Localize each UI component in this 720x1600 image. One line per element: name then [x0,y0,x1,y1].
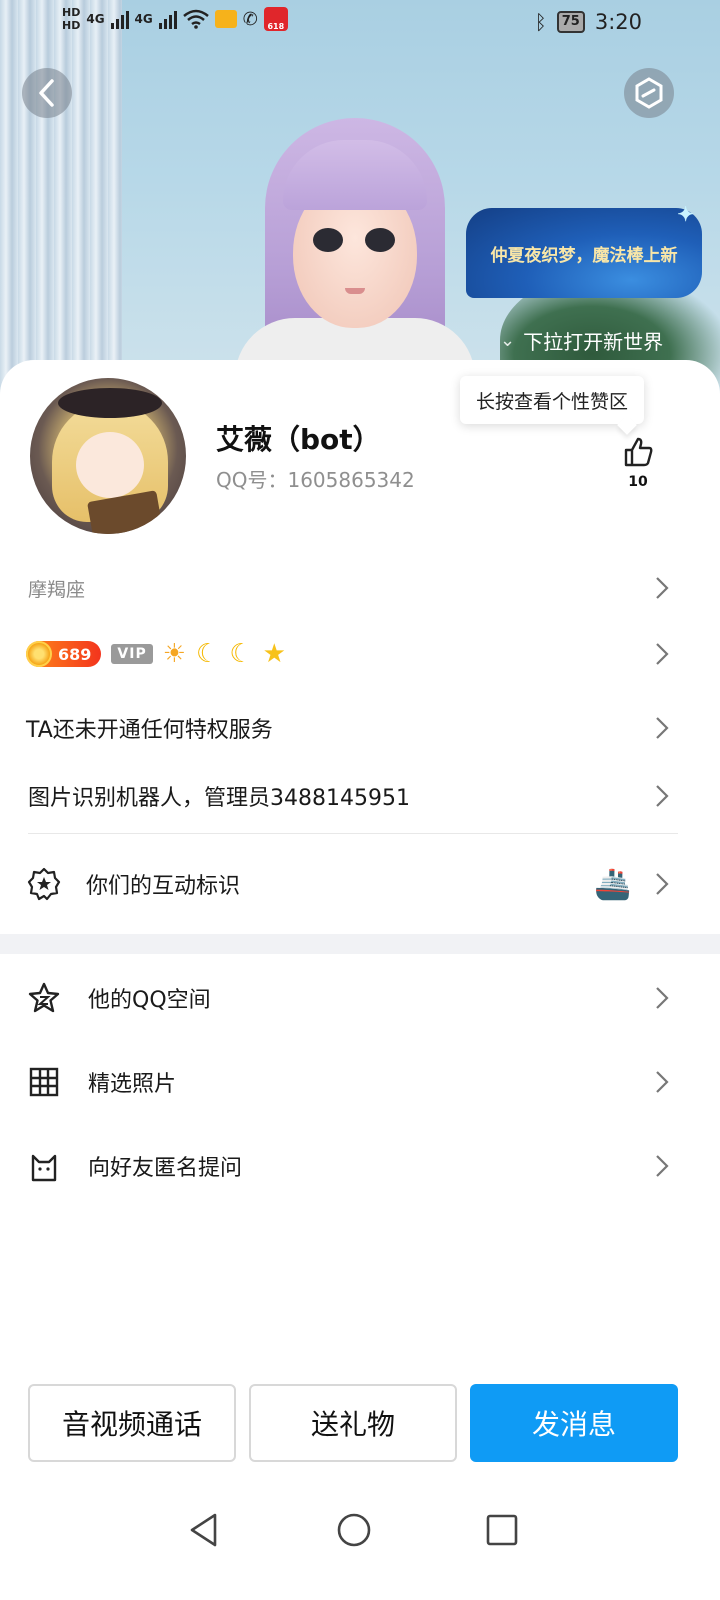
coin-badge: 689 [26,641,102,667]
interaction-mark-row[interactable]: 你们的互动标识 🚢 [0,858,720,910]
chevron-right-icon [654,984,670,1012]
hd-indicator: HD HD [62,6,81,32]
hexagon-settings-icon [635,77,663,109]
chevron-right-icon [654,1152,670,1180]
pull-down-hint-text: 下拉打开新世界 [523,330,664,354]
profile-avatar[interactable] [28,376,188,536]
signature-row[interactable]: 图片识别机器人，管理员3488145951 [0,774,720,818]
cat-icon [26,1148,62,1184]
signal-icon-2 [158,9,177,29]
nickname: 艾薇（bot） [216,423,381,456]
signal-icon [110,9,129,29]
promo-banner-text: 仲夏夜织梦，魔法棒上新 [490,245,678,266]
moon-icon: ☾ [229,639,253,669]
like-tooltip-text: 长按查看个性赞区 [476,390,629,413]
like-tooltip: 长按查看个性赞区 [460,376,645,424]
anonymous-question-label: 向好友匿名提问 [88,1156,243,1181]
chevron-right-icon [654,714,670,742]
badge-star-icon [26,866,62,902]
vip-badge: VIP [111,644,153,664]
double-chevron-down-icon: ⌄ [500,330,516,351]
missed-call-icon: ✆ [242,8,258,30]
qzone-star-icon [26,980,62,1016]
network-type-2: 4G [134,12,153,26]
qzone-label: 他的QQ空间 [88,988,211,1013]
circle-home-icon [337,1513,371,1547]
mail-notification-icon [214,10,237,28]
system-nav-bar [0,1500,720,1560]
star-icon: ★ [262,639,286,669]
curtain-decoration [0,0,122,400]
qzone-row[interactable]: 他的QQ空间 [0,972,720,1024]
square-recents-icon [486,1514,518,1546]
clock: 3:20 [594,10,642,34]
thumbs-up-icon [624,437,653,467]
grid-icon [26,1064,62,1100]
signature-text: 图片识别机器人，管理员3488145951 [28,786,410,811]
chevron-right-icon [654,574,670,602]
chevron-right-icon [654,640,670,668]
send-message-button[interactable]: 发消息 [470,1384,678,1462]
video-call-button[interactable]: 音视频通话 [28,1384,236,1462]
privilege-text: TA还未开通任何特权服务 [26,718,273,743]
anonymous-question-row[interactable]: 向好友匿名提问 [0,1140,720,1192]
ship-icon: 🚢 [594,866,632,902]
qq-number: QQ号：1605865342 [216,468,415,492]
battery-icon: 75 [556,11,585,33]
constellation-row[interactable]: 摩羯座 [0,566,720,610]
send-gift-button[interactable]: 送礼物 [249,1384,457,1462]
chevron-left-icon [39,79,54,107]
constellation-label: 摩羯座 [28,578,86,601]
privilege-row[interactable]: TA还未开通任何特权服务 [0,706,720,750]
badges-row[interactable]: 689 VIP ☀ ☾ ☾ ★ [0,632,720,676]
featured-photos-row[interactable]: 精选照片 [0,1056,720,1108]
decoration-settings-button[interactable] [624,68,674,118]
promo-banner[interactable]: ✦ 仲夏夜织梦，魔法棒上新 [466,202,702,298]
moon-icon: ☾ [196,639,220,669]
bluetooth-icon: ᛒ [534,10,547,34]
nav-back-button[interactable] [184,1510,224,1550]
chevron-right-icon [654,782,670,810]
chevron-right-icon [654,1068,670,1096]
chevron-right-icon [654,870,670,898]
coin-icon [26,641,52,667]
status-bar: HD HD 4G 4G ✆ 618 ᛒ 75 3:20 [0,0,720,46]
back-button[interactable] [22,68,72,118]
sparkle-icon: ✦ [677,202,694,226]
nav-home-button[interactable] [334,1510,374,1550]
network-type-1: 4G [86,12,105,26]
hero-background[interactable]: ✦ 仲夏夜织梦，魔法棒上新 ⌄ 下拉打开新世界 [0,0,720,400]
pull-down-hint: ⌄ 下拉打开新世界 [500,326,663,355]
nav-recents-button[interactable] [482,1510,522,1550]
triangle-back-icon [190,1513,217,1547]
like-count: 10 [628,474,648,490]
sun-icon: ☀ [162,639,187,669]
section-separator [0,934,720,954]
divider [28,833,678,834]
like-button[interactable]: 10 [616,436,660,490]
shopping-app-icon: 618 [263,7,288,31]
wifi-icon [182,9,209,29]
featured-photos-label: 精选照片 [88,1072,177,1097]
interaction-mark-label: 你们的互动标识 [86,874,241,899]
avatar-3d-figure [235,118,475,400]
